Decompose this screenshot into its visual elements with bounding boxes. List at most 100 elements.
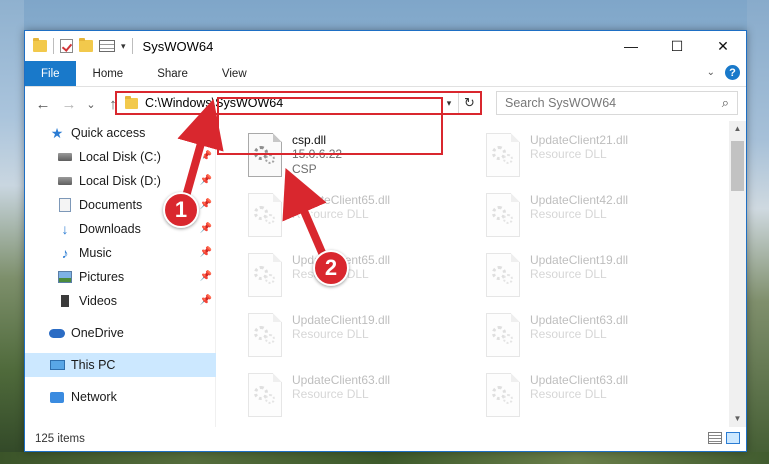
- file-tile[interactable]: UpdateClient21.dll Resource DLL: [482, 127, 704, 183]
- new-folder-icon[interactable]: [79, 38, 93, 52]
- file-tile[interactable]: UpdateClient63.dll Resource DLL: [482, 307, 704, 363]
- sidebar-item-videos[interactable]: Videos 📌: [25, 289, 216, 313]
- sidebar-item-label: This PC: [71, 358, 116, 372]
- sidebar-item-local-disk-d[interactable]: Local Disk (D:) 📌: [25, 169, 216, 193]
- main-content: ★ Quick access Local Disk (C:) 📌 Local D…: [25, 121, 746, 427]
- sidebar-item-label: Music: [79, 246, 112, 260]
- download-icon: ↓: [61, 221, 69, 237]
- highlight-box-csp-dll: [217, 97, 443, 155]
- tab-share[interactable]: Share: [140, 61, 205, 86]
- recent-locations-chevron-icon[interactable]: ⌄: [81, 98, 101, 111]
- file-tile[interactable]: UpdateClient42.dll Resource DLL: [482, 187, 704, 243]
- scroll-up-icon[interactable]: ▲: [729, 121, 746, 137]
- videos-icon: [57, 294, 73, 308]
- file-name: UpdateClient21.dll: [530, 133, 629, 147]
- sidebar-item-label: Downloads: [79, 222, 141, 236]
- sidebar-item-pictures[interactable]: Pictures 📌: [25, 265, 216, 289]
- desktop-wallpaper-left: [0, 0, 24, 464]
- dll-file-icon: [486, 313, 520, 357]
- minimize-button[interactable]: —: [608, 31, 654, 61]
- file-description: Resource DLL: [530, 387, 607, 401]
- dll-file-icon: [248, 253, 282, 297]
- file-tile[interactable]: UpdateClient63.dll Resource DLL: [244, 367, 466, 423]
- file-description: Resource DLL: [292, 387, 369, 401]
- pin-icon[interactable]: 📌: [200, 199, 212, 210]
- tab-file[interactable]: File: [25, 61, 76, 86]
- pin-icon[interactable]: 📌: [200, 175, 212, 186]
- pin-icon[interactable]: 📌: [200, 247, 212, 258]
- sidebar-item-local-disk-c[interactable]: Local Disk (C:) 📌: [25, 145, 216, 169]
- forward-arrow-icon[interactable]: →: [59, 96, 79, 113]
- dll-file-icon: [486, 133, 520, 177]
- dll-file-icon: [248, 373, 282, 417]
- toolbar-divider: [53, 38, 54, 54]
- file-name: UpdateClient65.dll: [292, 193, 391, 207]
- dll-file-icon: [486, 193, 520, 237]
- file-name: UpdateClient19.dll: [530, 253, 629, 267]
- title-bar: ▾ SysWOW64 — ☐ ✕: [25, 31, 746, 61]
- music-icon: ♪: [61, 245, 69, 261]
- file-description: Resource DLL: [292, 207, 369, 221]
- file-tile[interactable]: UpdateClient19.dll Resource DLL: [244, 307, 466, 363]
- pin-icon[interactable]: 📌: [200, 151, 212, 162]
- toolbar-divider: [131, 38, 133, 54]
- back-arrow-icon[interactable]: ←: [33, 96, 53, 113]
- maximize-button[interactable]: ☐: [654, 31, 700, 61]
- file-tile[interactable]: UpdateClient63.dll Resource DLL: [482, 367, 704, 423]
- folder-icon: [33, 38, 47, 52]
- large-icons-view-icon[interactable]: [726, 432, 740, 444]
- file-name: UpdateClient63.dll: [530, 313, 629, 327]
- file-tile[interactable]: UpdateClient19.dll Resource DLL: [482, 247, 704, 303]
- sidebar-item-onedrive[interactable]: OneDrive: [25, 321, 216, 345]
- tab-view[interactable]: View: [205, 61, 264, 86]
- sidebar-item-network[interactable]: Network: [25, 385, 216, 409]
- ribbon-right-controls: ⌄ ?: [707, 65, 740, 80]
- refresh-icon[interactable]: ↻: [458, 93, 480, 113]
- sidebar-item-this-pc[interactable]: This PC: [25, 353, 216, 377]
- pin-icon[interactable]: 📌: [200, 271, 212, 282]
- sidebar-item-label: Local Disk (C:): [79, 150, 161, 164]
- file-description: CSP: [292, 162, 317, 176]
- dll-file-icon: [486, 373, 520, 417]
- file-description: Resource DLL: [530, 207, 607, 221]
- close-button[interactable]: ✕: [700, 31, 746, 61]
- file-description: Resource DLL: [292, 327, 369, 341]
- window-title: SysWOW64: [142, 38, 214, 54]
- file-description: Resource DLL: [530, 147, 607, 161]
- search-box[interactable]: Search SysWOW64 ⌕: [496, 91, 738, 115]
- dll-file-icon: [248, 313, 282, 357]
- customize-view-icon[interactable]: [99, 40, 115, 52]
- tab-home[interactable]: Home: [76, 61, 141, 86]
- step-1-badge: 1: [163, 192, 199, 228]
- star-icon: ★: [50, 124, 64, 141]
- ribbon-tabs: File Home Share View ⌄ ?: [25, 61, 746, 87]
- pin-icon[interactable]: 📌: [200, 223, 212, 234]
- sidebar-item-label: OneDrive: [71, 326, 124, 340]
- file-tile[interactable]: UpdateClient65.dll Resource DLL: [244, 247, 466, 303]
- sidebar-item-quick-access[interactable]: ★ Quick access: [25, 121, 216, 145]
- sidebar-item-music[interactable]: ♪ Music 📌: [25, 241, 216, 265]
- drive-icon: [57, 150, 73, 164]
- navigation-pane: ★ Quick access Local Disk (C:) 📌 Local D…: [25, 121, 216, 427]
- properties-check-icon[interactable]: [60, 39, 73, 53]
- file-description: Resource DLL: [530, 327, 607, 341]
- customize-toolbar-chevron-icon[interactable]: ▾: [121, 41, 126, 52]
- details-view-icon[interactable]: [708, 432, 722, 444]
- search-placeholder: Search SysWOW64: [505, 96, 617, 110]
- pictures-icon: [57, 270, 73, 284]
- help-icon[interactable]: ?: [725, 65, 740, 80]
- vertical-scrollbar[interactable]: ▲ ▼: [729, 121, 746, 427]
- item-count: 125 items: [35, 433, 85, 445]
- scroll-down-icon[interactable]: ▼: [729, 411, 746, 427]
- file-tile[interactable]: UpdateClient65.dll Resource DLL: [244, 187, 466, 243]
- scrollbar-thumb[interactable]: [731, 141, 744, 191]
- chevron-down-icon[interactable]: ⌄: [707, 67, 715, 78]
- dll-file-icon: [248, 193, 282, 237]
- pin-icon[interactable]: 📌: [200, 295, 212, 306]
- sidebar-item-label: Documents: [79, 198, 143, 212]
- documents-icon: [57, 198, 73, 212]
- desktop-wallpaper-right: [747, 0, 769, 464]
- file-name: UpdateClient63.dll: [292, 373, 391, 387]
- search-icon[interactable]: ⌕: [722, 95, 729, 111]
- quick-access-toolbar: ▾: [25, 38, 133, 54]
